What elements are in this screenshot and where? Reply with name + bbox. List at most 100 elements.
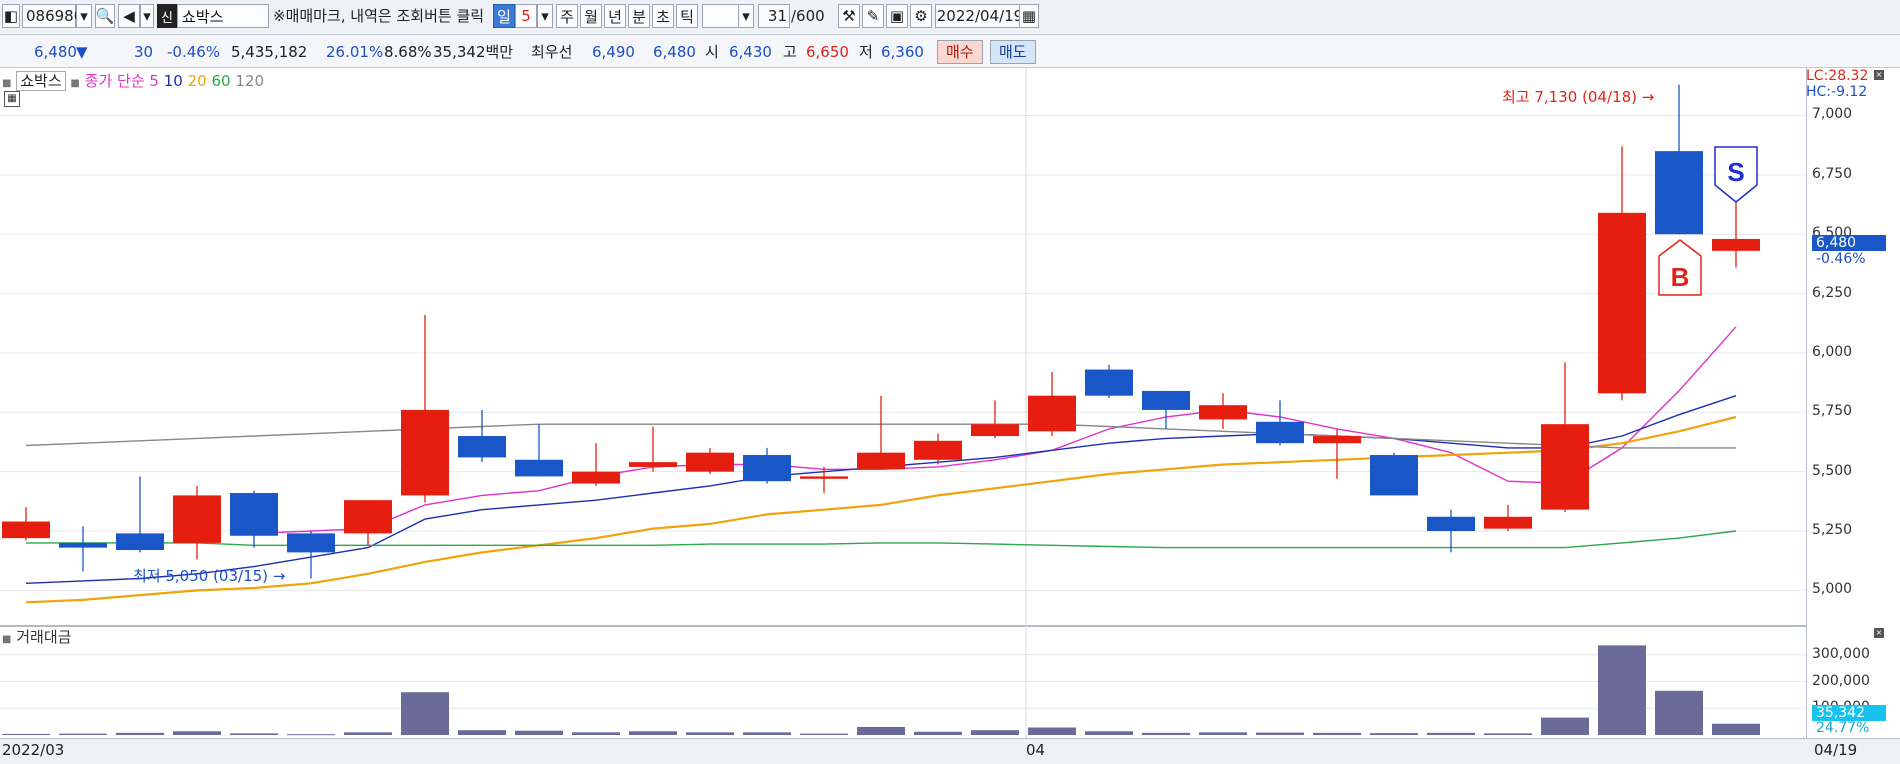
buy-button[interactable]: 매수 bbox=[937, 40, 983, 64]
calendar-icon[interactable]: ▦ bbox=[1019, 4, 1039, 28]
candle-body bbox=[1427, 516, 1475, 532]
volume-value: 5,435,182 bbox=[231, 43, 308, 61]
grid-table-icon[interactable]: ▦ bbox=[4, 91, 20, 107]
volume-bar bbox=[1370, 733, 1418, 735]
legend-bullet-icon: ■ bbox=[2, 78, 12, 89]
draw-tool-icon[interactable]: ✎ bbox=[862, 4, 884, 28]
window-icon[interactable]: ◧ bbox=[2, 4, 20, 28]
volume-bar bbox=[572, 732, 620, 735]
volume-pane-close-icon[interactable]: × bbox=[1874, 628, 1884, 638]
volume-bar bbox=[857, 726, 905, 735]
price-tick-label: 5,000 bbox=[1812, 581, 1853, 598]
high-annotation-text: 최고 7,130 (04/18) bbox=[1502, 88, 1638, 106]
period-dropdown-icon[interactable]: ▾ bbox=[537, 4, 553, 28]
period-month-button[interactable]: 월 bbox=[580, 4, 602, 28]
candle-body bbox=[1370, 455, 1418, 496]
candle-body bbox=[116, 533, 164, 551]
ma-legend-label: 종가 단순 bbox=[84, 72, 145, 90]
time-axis[interactable] bbox=[0, 738, 1900, 764]
volume-bar bbox=[458, 730, 506, 735]
ma10-legend: 10 bbox=[163, 72, 183, 90]
date-input[interactable]: 2022/04/19 bbox=[935, 4, 1025, 28]
buy-mark[interactable]: B bbox=[1656, 238, 1706, 298]
sell-mark[interactable]: S bbox=[1712, 145, 1762, 205]
down-arrow-icon: ▼ bbox=[76, 43, 88, 61]
volume-bar bbox=[287, 734, 335, 736]
volume-bar bbox=[1142, 732, 1190, 735]
trade-amount: 35,342백만 bbox=[433, 43, 514, 61]
period-second-button[interactable]: 초 bbox=[652, 4, 674, 28]
volume-bar bbox=[1655, 690, 1703, 735]
count-input[interactable]: 31 bbox=[758, 4, 790, 28]
interval-dropdown-icon[interactable]: ▾ bbox=[738, 4, 754, 28]
search-icon[interactable]: 🔍 bbox=[95, 4, 115, 28]
volume-bar bbox=[1028, 727, 1076, 735]
volume-ratio-2: 8.68% bbox=[384, 43, 432, 61]
candle-body bbox=[344, 500, 392, 534]
current-price: 6,480 bbox=[34, 43, 77, 61]
x-label-start: 2022/03 bbox=[2, 741, 65, 759]
candle-body bbox=[800, 476, 848, 479]
high-label: 고 bbox=[783, 43, 797, 61]
volume-bar bbox=[173, 731, 221, 735]
period-day-button[interactable]: 일 bbox=[493, 4, 515, 28]
volume-bar bbox=[1085, 731, 1133, 735]
candle-body bbox=[1655, 151, 1703, 235]
stock-code-input[interactable]: 086980 bbox=[22, 4, 83, 28]
period-year-button[interactable]: 년 bbox=[604, 4, 626, 28]
high-price: 6,650 bbox=[806, 43, 849, 61]
sell-button[interactable]: 매도 bbox=[990, 40, 1036, 64]
volume-bar bbox=[344, 732, 392, 735]
candle-body bbox=[971, 424, 1019, 437]
save-icon[interactable]: ▣ bbox=[886, 4, 908, 28]
candle-body bbox=[401, 409, 449, 496]
speaker-dropdown-icon[interactable]: ▾ bbox=[140, 4, 154, 28]
candle-body bbox=[1598, 212, 1646, 394]
speaker-icon[interactable]: ◀︎ bbox=[118, 4, 140, 28]
candle-body bbox=[686, 452, 734, 472]
ma20-legend: 20 bbox=[187, 72, 207, 90]
best-bid: 6,480 bbox=[653, 43, 696, 61]
volume-bar bbox=[1598, 645, 1646, 735]
current-price-tag-pct: -0.46% bbox=[1816, 251, 1866, 267]
candle-body bbox=[230, 493, 278, 536]
price-tick-label: 5,500 bbox=[1812, 462, 1853, 479]
volume-bar bbox=[629, 731, 677, 735]
ma5-legend: 5 bbox=[149, 72, 159, 90]
chart-toolbar: ◧ 086980 ▾ 🔍 ◀︎ ▾ 신 쇼박스 ※매매마크, 내역은 조회버튼 … bbox=[0, 0, 1900, 35]
candlestick-chart bbox=[0, 68, 1806, 738]
settings-tools-icon[interactable]: ⚒ bbox=[838, 4, 860, 28]
period-minute-button[interactable]: 분 bbox=[628, 4, 650, 28]
legend-stock-name[interactable]: 쇼박스 bbox=[16, 71, 66, 91]
ma60-legend: 60 bbox=[211, 72, 231, 90]
volume-bar bbox=[59, 733, 107, 735]
period-week-button[interactable]: 주 bbox=[556, 4, 578, 28]
volume-bar bbox=[1199, 732, 1247, 735]
candle-body bbox=[1313, 436, 1361, 444]
period-5-button[interactable]: 5 bbox=[515, 4, 537, 28]
code-dropdown-icon[interactable]: ▾ bbox=[76, 4, 92, 28]
price-tick-label: 6,000 bbox=[1812, 343, 1853, 360]
volume-bar bbox=[1712, 723, 1760, 735]
chart-area[interactable] bbox=[0, 68, 1806, 738]
volume-tick-label: 300,000 bbox=[1812, 645, 1870, 662]
stock-name-field[interactable]: 쇼박스 bbox=[177, 4, 269, 28]
volume-bar bbox=[971, 730, 1019, 735]
low-annotation: 최저 5,050 (03/15) → bbox=[133, 565, 285, 586]
volume-bar bbox=[1427, 732, 1475, 735]
gear-icon[interactable]: ⚙ bbox=[910, 4, 932, 28]
volume-bar bbox=[743, 732, 791, 735]
open-price: 6,430 bbox=[729, 43, 772, 61]
candle-body bbox=[857, 452, 905, 470]
volume-tick-label: 200,000 bbox=[1812, 672, 1870, 689]
period-tick-button[interactable]: 틱 bbox=[676, 4, 698, 28]
candle-body bbox=[1142, 390, 1190, 410]
low-price: 6,360 bbox=[881, 43, 924, 61]
volume-bar bbox=[800, 733, 848, 735]
price-pane-close-icon[interactable]: × bbox=[1874, 70, 1884, 80]
count-max-label: /600 bbox=[791, 7, 825, 25]
new-badge: 신 bbox=[157, 4, 177, 28]
current-price-tag: 6,480 bbox=[1812, 235, 1886, 251]
candle-body bbox=[173, 495, 221, 543]
ma120-legend: 120 bbox=[235, 72, 264, 90]
